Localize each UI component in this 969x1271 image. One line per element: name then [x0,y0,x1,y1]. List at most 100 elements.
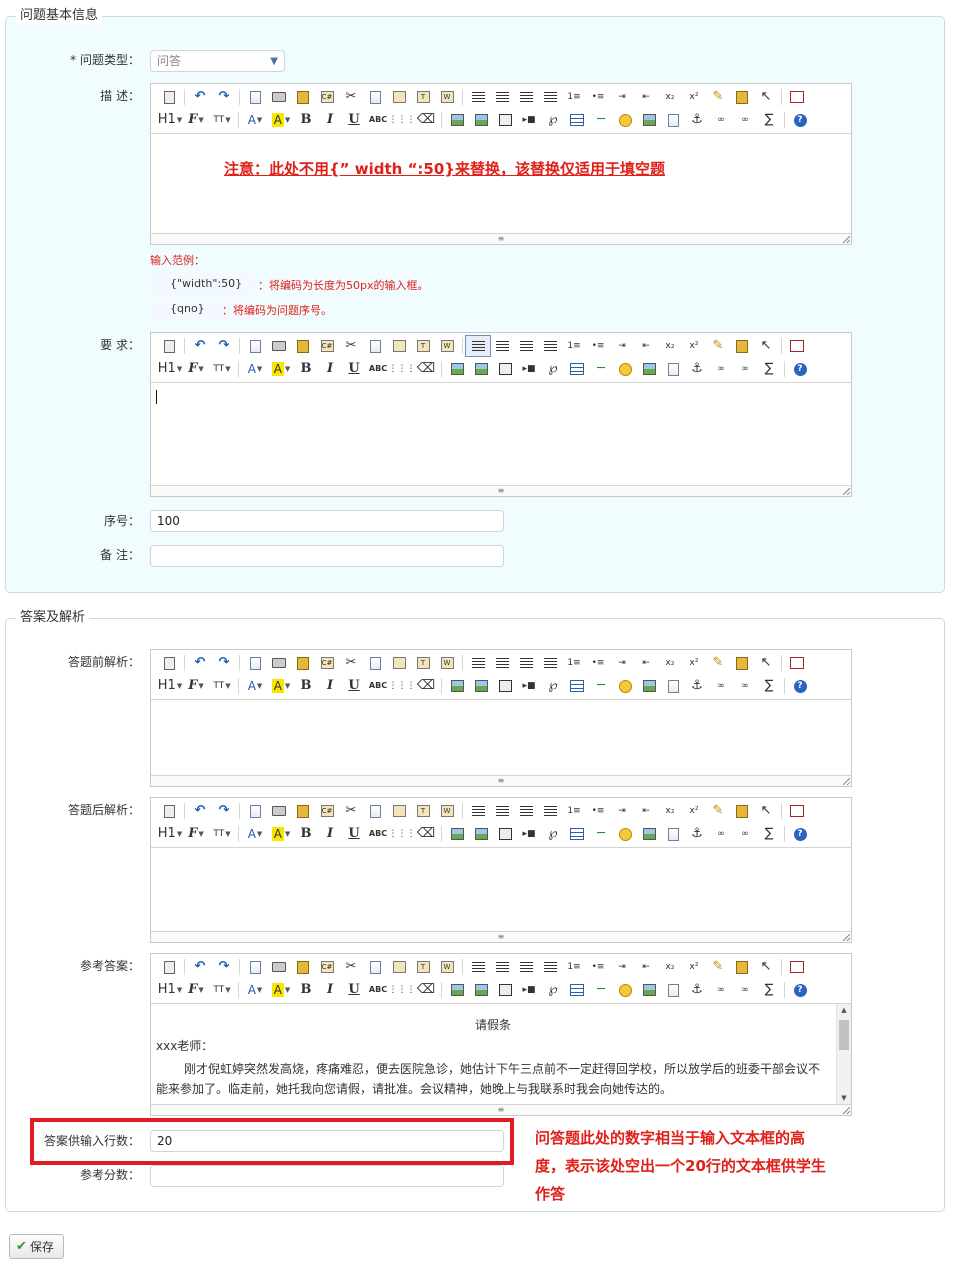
underline-button[interactable]: U [342,824,366,844]
insert-multi-image-button[interactable] [469,980,493,1000]
bold-button[interactable]: B [294,359,318,379]
underline-button[interactable]: U [342,359,366,379]
font-family-button[interactable]: F ▼ [183,359,209,379]
line-height-button[interactable]: ⋮⋮⋮ [389,980,416,1000]
unlink-button[interactable]: ∞ [733,359,757,379]
paste-button[interactable] [387,957,411,977]
paste-word-button[interactable]: W [435,957,459,977]
undo-button[interactable]: ↶ [188,957,212,977]
resize-corner-icon[interactable] [843,778,850,785]
insert-video-button[interactable]: ▸■ [517,676,541,696]
justify-button[interactable] [538,957,562,977]
cut-button[interactable]: ✂ [339,87,363,107]
preview-button[interactable] [243,957,267,977]
font-color-button[interactable]: A ▼ [242,359,268,379]
copy-button[interactable] [363,87,387,107]
insert-flash-button[interactable] [493,359,517,379]
superscript-button[interactable]: x² [682,801,706,821]
highlight-button[interactable]: A ▼ [268,824,294,844]
save-button[interactable]: ✔ 保存 [9,1234,64,1259]
paste-word-button[interactable]: W [435,336,459,356]
anchor-button[interactable]: ⚓ [685,980,709,1000]
help-button[interactable]: ? [788,980,812,1000]
ordered-list-button[interactable]: 1≡ [562,87,586,107]
font-color-button[interactable]: A ▼ [242,980,268,1000]
strikethrough-button[interactable]: ABC [366,110,390,130]
strikethrough-button[interactable]: ABC [366,824,390,844]
pagebreak-button[interactable] [661,110,685,130]
eraser-button[interactable]: ⌫ [414,359,438,379]
attachment-button[interactable]: ℘ [541,824,565,844]
align-left-button[interactable] [465,335,491,357]
emoticon-button[interactable] [613,824,637,844]
font-color-button[interactable]: A ▼ [242,676,268,696]
superscript-button[interactable]: x² [682,957,706,977]
align-left-button[interactable] [466,957,490,977]
pagebreak-button[interactable] [661,676,685,696]
insert-table-button[interactable] [565,824,589,844]
align-center-button[interactable] [490,801,514,821]
font-size-button[interactable]: TT ▼ [209,824,235,844]
strikethrough-button[interactable]: ABC [366,676,390,696]
attachment-button[interactable]: ℘ [541,110,565,130]
insert-multi-image-button[interactable] [469,824,493,844]
bold-button[interactable]: B [294,824,318,844]
line-height-button[interactable]: ⋮⋮⋮ [389,359,416,379]
redo-button[interactable]: ↷ [212,87,236,107]
resize-corner-icon[interactable] [843,934,850,941]
align-right-button[interactable] [514,801,538,821]
redo-button[interactable]: ↷ [212,653,236,673]
paste-text-button[interactable]: T [411,653,435,673]
preview-button[interactable] [243,336,267,356]
font-family-button[interactable]: F ▼ [183,980,209,1000]
heading-button[interactable]: H1 ▼ [157,359,183,379]
font-family-button[interactable]: F ▼ [183,676,209,696]
undo-button[interactable]: ↶ [188,801,212,821]
insert-flash-button[interactable] [493,676,517,696]
ordered-list-button[interactable]: 1≡ [562,653,586,673]
editor-resize-bar[interactable]: ≡ [151,1104,851,1115]
copy-button[interactable] [363,336,387,356]
print-button[interactable] [267,336,291,356]
formula-button[interactable]: ∑ [757,980,781,1000]
reference-score-input[interactable] [150,1165,504,1187]
source-code-button[interactable] [157,336,181,356]
fullscreen-button[interactable] [785,653,809,673]
help-button[interactable]: ? [788,110,812,130]
description-editor[interactable]: ↶ ↷ C# ✂ T W 1≡ •≡ ⇥ ⇤ x₂ x² ✎ ↖ H1 ▼ F … [150,83,852,245]
align-left-button[interactable] [466,653,490,673]
preview-button[interactable] [243,653,267,673]
link-button[interactable]: ∞ [709,676,733,696]
ordered-list-button[interactable]: 1≡ [562,801,586,821]
emoticon-button[interactable] [613,359,637,379]
preview-button[interactable] [243,87,267,107]
italic-button[interactable]: I [318,359,342,379]
link-button[interactable]: ∞ [709,359,733,379]
font-size-button[interactable]: TT ▼ [209,980,235,1000]
template-button[interactable] [291,801,315,821]
unlink-button[interactable]: ∞ [733,676,757,696]
indent-button[interactable]: ⇥ [610,653,634,673]
undo-button[interactable]: ↶ [188,336,212,356]
anchor-button[interactable]: ⚓ [685,359,709,379]
clear-format-button[interactable]: ✎ [706,653,730,673]
emoticon-button[interactable] [613,110,637,130]
clear-format-button[interactable]: ✎ [706,957,730,977]
undo-button[interactable]: ↶ [188,653,212,673]
emoticon-button[interactable] [613,676,637,696]
print-button[interactable] [267,87,291,107]
print-button[interactable] [267,957,291,977]
scroll-up-icon[interactable]: ▲ [837,1006,851,1014]
map-button[interactable] [637,110,661,130]
fullscreen-button[interactable] [785,336,809,356]
cut-button[interactable]: ✂ [339,336,363,356]
anchor-button[interactable]: ⚓ [685,676,709,696]
outdent-button[interactable]: ⇤ [634,87,658,107]
indent-button[interactable]: ⇥ [610,87,634,107]
unlink-button[interactable]: ∞ [733,980,757,1000]
pointer-button[interactable]: ↖ [754,957,778,977]
pagebreak-button[interactable] [661,980,685,1000]
pointer-button[interactable]: ↖ [754,336,778,356]
insert-image-button[interactable] [445,676,469,696]
superscript-button[interactable]: x² [682,87,706,107]
